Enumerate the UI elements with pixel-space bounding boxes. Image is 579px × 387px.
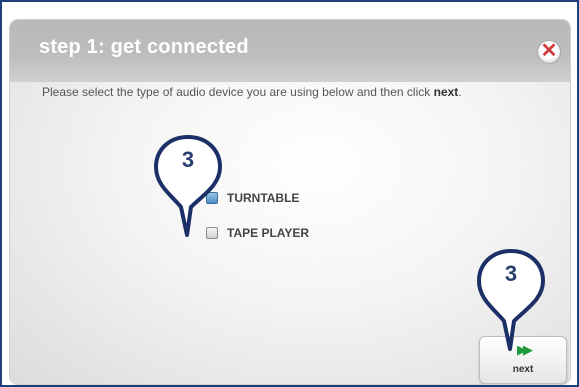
instruction-prefix: Please select the type of audio device y… — [42, 85, 434, 99]
instruction-next-word: next — [433, 85, 459, 99]
instruction-suffix: . — [458, 85, 462, 99]
tape-player-label: TAPE PLAYER — [227, 226, 310, 240]
close-button[interactable]: ✕ — [537, 40, 561, 64]
window-frame: step 1: get connected ✕ Please select th… — [0, 0, 579, 387]
close-icon: ✕ — [540, 40, 558, 62]
dialog-title: step 1: get connected — [39, 36, 249, 58]
next-button-label: next — [512, 364, 534, 375]
callout-pin-next: 3 — [476, 247, 546, 351]
dialog-titlebar: step 1: get connected ✕ — [10, 20, 570, 82]
callout-number: 3 — [181, 147, 195, 172]
callout-pin-options: 3 — [153, 133, 223, 237]
turntable-label: TURNTABLE — [227, 191, 300, 205]
callout-number: 3 — [504, 261, 518, 286]
instruction-text: Please select the type of audio device y… — [42, 85, 462, 99]
